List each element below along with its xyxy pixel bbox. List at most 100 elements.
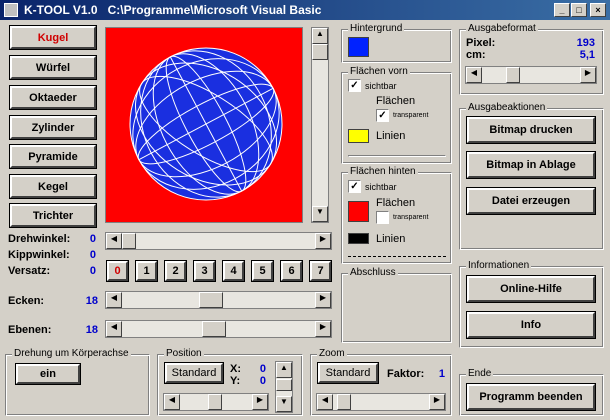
preview-vertical-scrollbar[interactable]: ▲ ▼: [311, 27, 329, 223]
versatz-button-7[interactable]: 7: [310, 261, 331, 281]
hinten-flaechen-label: Flächen: [376, 197, 416, 209]
position-x-value: 0: [259, 363, 266, 375]
zoom-scrollbar[interactable]: ◀ ▶: [316, 393, 446, 411]
informationen-group-title: Informationen: [466, 260, 532, 271]
sphere-wireframe: [129, 47, 283, 201]
versatz-button-6[interactable]: 6: [281, 261, 302, 281]
kippwinkel-value: 0: [89, 249, 96, 261]
ecken-scrollbar[interactable]: ◀ ▶: [105, 291, 332, 309]
vorn-sichtbar-checkbox[interactable]: ✓: [348, 79, 361, 92]
versatz-button-0[interactable]: 0: [107, 261, 128, 281]
scroll-right-arrow-icon[interactable]: ▶: [580, 67, 596, 83]
bitmap-in-ablage-button[interactable]: Bitmap in Ablage: [467, 152, 595, 178]
scroll-left-arrow-icon[interactable]: ◀: [466, 67, 482, 83]
shape-button-kegel[interactable]: Kegel: [10, 175, 96, 198]
hinten-sichtbar-checkbox[interactable]: ✓: [348, 180, 361, 193]
scroll-thumb[interactable]: [122, 233, 136, 249]
ausgabeformat-scrollbar[interactable]: ◀ ▶: [465, 66, 597, 84]
flaechen-hinten-group: Flächen hinten ✓ sichtbar Flächen transp…: [341, 166, 452, 264]
programm-beenden-button[interactable]: Programm beenden: [467, 384, 595, 410]
scroll-up-arrow-icon[interactable]: ▲: [276, 362, 292, 378]
pixel-label: Pixel:: [466, 37, 496, 49]
position-y-scrollbar[interactable]: ▲ ▼: [275, 361, 293, 413]
scroll-right-arrow-icon[interactable]: ▶: [429, 394, 445, 410]
position-standard-button[interactable]: Standard: [165, 363, 223, 383]
vorn-transparent-checkbox[interactable]: ✓: [376, 109, 389, 122]
scroll-left-arrow-icon[interactable]: ◀: [106, 233, 122, 249]
datei-erzeugen-button[interactable]: Datei erzeugen: [467, 188, 595, 214]
informationen-group: Informationen Online-Hilfe Info: [459, 260, 604, 348]
title-bar[interactable]: K-TOOL V1.0 C:\Programme\Microsoft Visua…: [0, 0, 610, 20]
hinten-transparent-checkbox[interactable]: [376, 211, 389, 224]
window-title: K-TOOL V1.0 C:\Programme\Microsoft Visua…: [24, 3, 322, 17]
scroll-right-arrow-icon[interactable]: ▶: [252, 394, 268, 410]
cm-label: cm:: [466, 49, 486, 61]
drehung-group-title: Drehung um Körperachse: [12, 348, 131, 359]
hinten-line-preview: [348, 256, 446, 257]
scroll-left-arrow-icon[interactable]: ◀: [106, 292, 122, 308]
zoom-standard-button[interactable]: Standard: [318, 363, 378, 383]
shape-button-zylinder[interactable]: Zylinder: [10, 116, 96, 139]
hinten-linien-color-swatch[interactable]: [348, 233, 369, 244]
ebenen-scrollbar[interactable]: ◀ ▶: [105, 320, 332, 338]
zoom-group-title: Zoom: [317, 348, 347, 359]
drehwinkel-label: Drehwinkel:: [8, 233, 71, 245]
versatz-value: 0: [89, 265, 96, 277]
hintergrund-group-title: Hintergrund: [348, 23, 405, 34]
online-hilfe-button[interactable]: Online-Hilfe: [467, 276, 595, 302]
scroll-down-arrow-icon[interactable]: ▼: [276, 396, 292, 412]
minimize-button[interactable]: _: [554, 3, 570, 17]
scroll-thumb[interactable]: [337, 394, 351, 410]
versatz-button-3[interactable]: 3: [194, 261, 215, 281]
bitmap-drucken-button[interactable]: Bitmap drucken: [467, 117, 595, 143]
vorn-sichtbar-label: sichtbar: [365, 81, 397, 91]
scroll-thumb[interactable]: [276, 379, 292, 391]
info-button[interactable]: Info: [467, 312, 595, 338]
scroll-thumb[interactable]: [208, 394, 222, 410]
ende-group: Ende Programm beenden: [459, 368, 604, 416]
versatz-button-5[interactable]: 5: [252, 261, 273, 281]
close-button[interactable]: ×: [590, 3, 606, 17]
scroll-thumb[interactable]: [506, 67, 520, 83]
position-x-scrollbar[interactable]: ◀ ▶: [163, 393, 269, 411]
scroll-right-arrow-icon[interactable]: ▶: [315, 233, 331, 249]
ebenen-label: Ebenen:: [8, 324, 52, 336]
hinten-flaechen-color-swatch[interactable]: [348, 201, 369, 222]
drehwinkel-scrollbar[interactable]: ◀ ▶: [105, 232, 332, 250]
shape-button-kugel[interactable]: Kugel: [10, 26, 96, 49]
ecken-value: 18: [85, 295, 98, 307]
maximize-button[interactable]: □: [571, 3, 587, 17]
versatz-button-4[interactable]: 4: [223, 261, 244, 281]
scroll-left-arrow-icon[interactable]: ◀: [164, 394, 180, 410]
scroll-down-arrow-icon[interactable]: ▼: [312, 206, 328, 222]
versatz-button-2[interactable]: 2: [165, 261, 186, 281]
shape-button-wuerfel[interactable]: Würfel: [10, 56, 96, 79]
scroll-right-arrow-icon[interactable]: ▶: [315, 321, 331, 337]
scroll-thumb[interactable]: [202, 321, 226, 337]
abschluss-group: Abschluss: [341, 267, 452, 343]
ausgabeformat-group-title: Ausgabeformat: [466, 23, 538, 34]
drehwinkel-value: 0: [89, 233, 96, 245]
ecken-label: Ecken:: [8, 295, 45, 307]
scroll-left-arrow-icon[interactable]: ◀: [106, 321, 122, 337]
shape-button-oktaeder[interactable]: Oktaeder: [10, 86, 96, 109]
versatz-button-1[interactable]: 1: [136, 261, 157, 281]
scroll-left-arrow-icon[interactable]: ◀: [317, 394, 333, 410]
ausgabeaktionen-group: Ausgabeaktionen Bitmap drucken Bitmap in…: [459, 102, 604, 250]
scroll-right-arrow-icon[interactable]: ▶: [315, 292, 331, 308]
zoom-faktor-label: Faktor:: [387, 368, 425, 380]
hintergrund-color-swatch[interactable]: [348, 37, 369, 57]
hinten-linien-label: Linien: [376, 233, 406, 245]
ende-group-title: Ende: [466, 368, 494, 379]
ebenen-value: 18: [85, 324, 98, 336]
scroll-thumb[interactable]: [312, 44, 328, 60]
shape-button-trichter[interactable]: Trichter: [10, 204, 96, 227]
vorn-linien-label: Linien: [376, 130, 406, 142]
shape-button-pyramide[interactable]: Pyramide: [10, 145, 96, 168]
scroll-thumb[interactable]: [199, 292, 223, 308]
drehung-ein-button[interactable]: ein: [16, 364, 80, 384]
vorn-linien-color-swatch[interactable]: [348, 129, 369, 143]
ausgabeaktionen-group-title: Ausgabeaktionen: [466, 102, 548, 113]
abschluss-group-title: Abschluss: [348, 267, 398, 278]
scroll-up-arrow-icon[interactable]: ▲: [312, 28, 328, 44]
